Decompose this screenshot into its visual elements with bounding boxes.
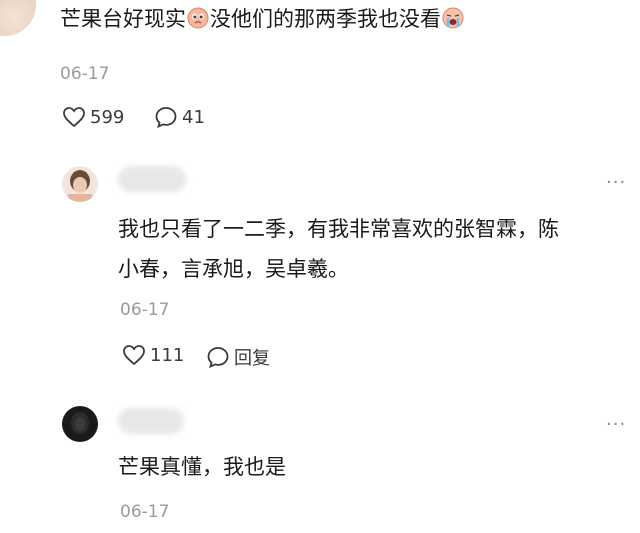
- like-count: 599: [90, 106, 125, 128]
- heart-icon: [123, 345, 145, 366]
- reply-label: 回复: [234, 348, 270, 369]
- post-text-part2: 没他们的那两季我也没看: [210, 7, 441, 31]
- post-author-avatar[interactable]: [0, 0, 36, 36]
- comment-bubble-icon: [207, 347, 229, 368]
- post-text-part1: 芒果台好现实: [60, 7, 186, 31]
- reply-more-button[interactable]: ···: [606, 416, 626, 434]
- reply-text-line1: 我也只看了一二季，有我非常喜欢的张智霖，陈: [118, 217, 559, 241]
- post-date: 06-17: [60, 64, 110, 84]
- post-text: 芒果台好现实 没他们的那两季我也没看: [60, 4, 465, 34]
- crying-face-emoji-icon: [442, 7, 464, 29]
- reply-like-button[interactable]: 111: [122, 344, 184, 366]
- reply-date: 06-17: [120, 300, 170, 320]
- reply-text-line2: 小春，言承旭，吴卓羲。: [118, 257, 349, 281]
- pleading-face-emoji-icon: [187, 7, 209, 29]
- comment-count: 41: [182, 106, 205, 128]
- like-button[interactable]: 599: [62, 106, 124, 128]
- comment-bubble-icon: [155, 107, 177, 128]
- reply-username-blurred[interactable]: [118, 408, 184, 434]
- reply-text: 芒果真懂，我也是: [118, 455, 286, 479]
- reply-date: 06-17: [120, 502, 170, 522]
- reply-avatar[interactable]: [62, 406, 98, 442]
- reply-button[interactable]: 回复: [206, 344, 270, 370]
- reply-like-count: 111: [150, 344, 185, 366]
- reply-avatar[interactable]: [62, 166, 98, 202]
- reply-more-button[interactable]: ···: [606, 174, 626, 192]
- comment-button[interactable]: 41: [154, 106, 205, 128]
- heart-icon: [63, 107, 85, 128]
- reply-username-blurred[interactable]: [118, 166, 186, 192]
